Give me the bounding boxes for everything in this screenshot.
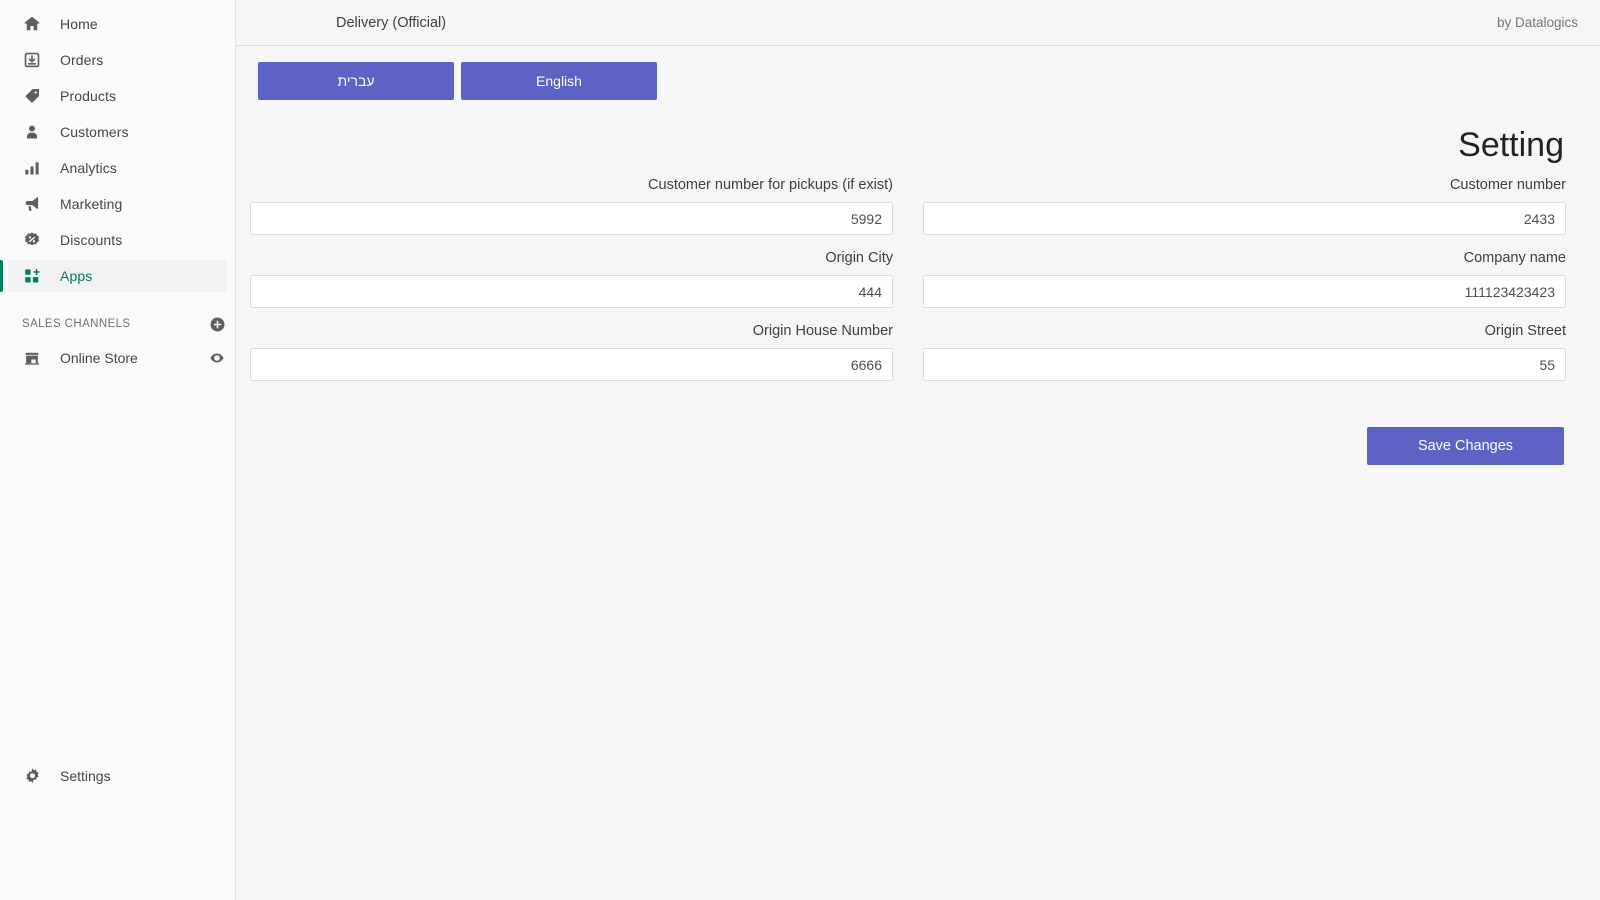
language-switcher: עברית English — [236, 46, 1600, 100]
sidebar-item-label: Settings — [60, 768, 111, 784]
tag-icon — [22, 86, 42, 106]
sidebar-item-label: Apps — [60, 268, 92, 284]
field-customer-number-pickups: Customer number for pickups (if exist) — [250, 174, 893, 235]
app-title: Delivery (Official) — [336, 15, 446, 31]
origin-street-input[interactable] — [923, 348, 1566, 381]
company-name-input[interactable] — [923, 275, 1566, 308]
sidebar-item-label: Discounts — [60, 232, 122, 248]
sidebar-item-online-store[interactable]: Online Store — [8, 342, 227, 374]
field-origin-house-number: Origin House Number — [250, 320, 893, 381]
settings-grid: Customer number Customer number for pick… — [250, 174, 1566, 393]
home-icon — [22, 14, 42, 34]
sidebar: Home Orders Products — [0, 0, 236, 900]
field-label: Customer number for pickups (if exist) — [250, 174, 893, 196]
field-label: Origin Street — [923, 320, 1566, 342]
sidebar-item-label: Home — [60, 16, 98, 32]
field-label: Origin City — [250, 247, 893, 269]
language-button-hebrew[interactable]: עברית — [258, 62, 454, 100]
customer-number-pickups-input[interactable] — [250, 202, 893, 235]
sidebar-item-home[interactable]: Home — [8, 8, 227, 40]
field-customer-number: Customer number — [923, 174, 1566, 235]
settings-form: Setting Customer number Customer number … — [236, 124, 1600, 465]
sales-channels-label: SALES CHANNELS — [22, 318, 207, 330]
sidebar-item-apps[interactable]: Apps — [8, 260, 227, 292]
megaphone-icon — [22, 194, 42, 214]
save-row: Save Changes — [250, 427, 1566, 465]
bar-chart-icon — [22, 158, 42, 178]
storefront-icon — [22, 348, 42, 368]
field-origin-street: Origin Street — [923, 320, 1566, 381]
sidebar-item-label: Customers — [60, 124, 129, 140]
sidebar-item-settings[interactable]: Settings — [0, 760, 236, 792]
app-topbar: Delivery (Official) by Datalogics — [236, 0, 1600, 46]
sidebar-item-label: Online Store — [60, 350, 207, 366]
app-root: Home Orders Products — [0, 0, 1600, 900]
discount-percent-icon — [22, 230, 42, 250]
sidebar-item-orders[interactable]: Orders — [8, 44, 227, 76]
gear-icon — [22, 766, 42, 786]
sidebar-item-products[interactable]: Products — [8, 80, 227, 112]
eye-icon[interactable] — [207, 348, 227, 368]
sidebar-nav: Home Orders Products — [0, 0, 235, 292]
origin-city-input[interactable] — [250, 275, 893, 308]
plus-circle-icon[interactable] — [207, 314, 227, 334]
sales-channels-header: SALES CHANNELS — [8, 310, 227, 338]
sidebar-item-label: Marketing — [60, 196, 122, 212]
sidebar-item-marketing[interactable]: Marketing — [8, 188, 227, 220]
sidebar-item-label: Orders — [60, 52, 103, 68]
field-origin-city: Origin City — [250, 247, 893, 308]
main-panel: Delivery (Official) by Datalogics עברית … — [236, 0, 1600, 900]
sidebar-item-analytics[interactable]: Analytics — [8, 152, 227, 184]
apps-grid-plus-icon — [22, 266, 42, 286]
field-label: Company name — [923, 247, 1566, 269]
orders-inbox-icon — [22, 50, 42, 70]
origin-house-number-input[interactable] — [250, 348, 893, 381]
sidebar-item-discounts[interactable]: Discounts — [8, 224, 227, 256]
field-label: Customer number — [923, 174, 1566, 196]
field-label: Origin House Number — [250, 320, 893, 342]
sidebar-item-label: Products — [60, 88, 116, 104]
page-title: Setting — [250, 124, 1566, 166]
person-icon — [22, 122, 42, 142]
save-changes-button[interactable]: Save Changes — [1367, 427, 1564, 465]
app-content: עברית English Setting Customer number Cu… — [236, 46, 1600, 465]
language-button-english[interactable]: English — [461, 62, 657, 100]
customer-number-input[interactable] — [923, 202, 1566, 235]
app-vendor: by Datalogics — [1497, 15, 1578, 30]
sidebar-item-customers[interactable]: Customers — [8, 116, 227, 148]
sidebar-item-label: Analytics — [60, 160, 117, 176]
field-company-name: Company name — [923, 247, 1566, 308]
